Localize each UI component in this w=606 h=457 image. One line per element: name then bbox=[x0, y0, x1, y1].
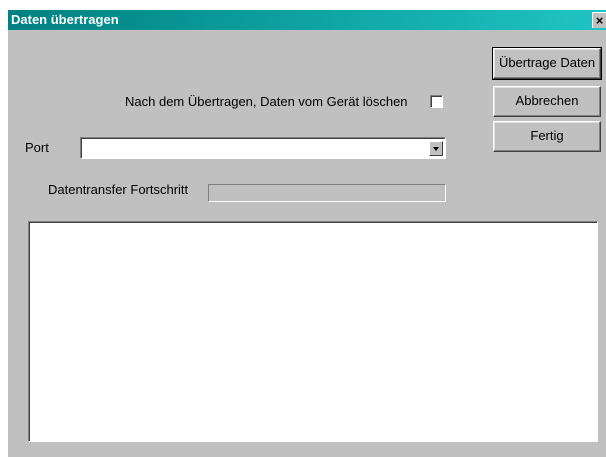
chevron-down-icon bbox=[433, 147, 439, 151]
transfer-data-button[interactable]: Übertrage Daten bbox=[492, 47, 602, 80]
transfer-log[interactable] bbox=[28, 221, 598, 442]
transfer-dialog: Daten übertragen × Übertrage Daten Abbre… bbox=[8, 10, 606, 457]
close-icon[interactable]: × bbox=[596, 13, 604, 28]
done-button-label: Fertig bbox=[530, 128, 564, 143]
done-button[interactable]: Fertig bbox=[493, 121, 601, 152]
delete-after-transfer-label: Nach dem Übertragen, Daten vom Gerät lös… bbox=[125, 94, 408, 109]
window-title: Daten übertragen bbox=[11, 12, 119, 27]
port-label: Port bbox=[25, 140, 49, 155]
delete-after-transfer-checkbox[interactable] bbox=[430, 95, 443, 108]
transfer-progress-bar bbox=[208, 184, 446, 202]
transfer-data-button-label: Übertrage Daten bbox=[498, 55, 596, 70]
transfer-progress-label: Datentransfer Fortschritt bbox=[48, 182, 189, 197]
cancel-button-label: Abbrechen bbox=[515, 93, 579, 108]
port-select[interactable] bbox=[80, 137, 446, 159]
cancel-button[interactable]: Abbrechen bbox=[493, 86, 601, 117]
port-dropdown-button[interactable] bbox=[429, 141, 443, 156]
close-button[interactable]: × bbox=[592, 12, 606, 28]
title-bar[interactable]: Daten übertragen × bbox=[8, 10, 606, 30]
